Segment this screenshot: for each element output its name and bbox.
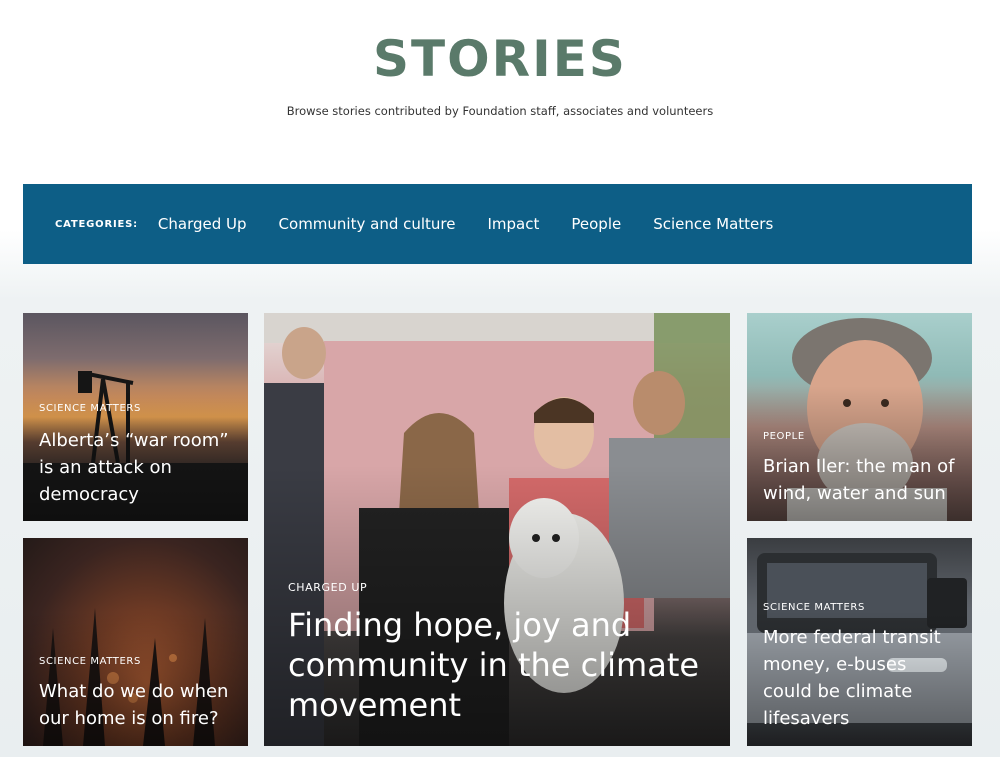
card-title: More federal transit money, e-buses coul… [763, 627, 941, 729]
page-title: STORIES [373, 30, 627, 88]
card-title: What do we do when our home is on fire? [39, 681, 229, 729]
story-card-home-on-fire[interactable]: SCIENCE MATTERS What do we do when our h… [23, 538, 248, 746]
category-community-and-culture[interactable]: Community and culture [279, 215, 456, 233]
card-title: Alberta’s “war room” is an attack on dem… [39, 430, 229, 505]
card-category: SCIENCE MATTERS [39, 403, 141, 414]
page-subtitle: Browse stories contributed by Foundation… [286, 104, 714, 118]
card-category: SCIENCE MATTERS [763, 602, 865, 613]
category-bar: CATEGORIES: Charged Up Community and cul… [23, 184, 972, 264]
story-card-brian-iler[interactable]: PEOPLE Brian Iler: the man of wind, wate… [747, 313, 972, 521]
card-category: SCIENCE MATTERS [39, 656, 141, 667]
card-title: Brian Iler: the man of wind, water and s… [763, 456, 955, 504]
card-category: CHARGED UP [288, 581, 368, 594]
category-charged-up[interactable]: Charged Up [158, 215, 247, 233]
story-card-transit-money[interactable]: SCIENCE MATTERS More federal transit mon… [747, 538, 972, 746]
category-science-matters[interactable]: Science Matters [653, 215, 773, 233]
story-card-war-room[interactable]: SCIENCE MATTERS Alberta’s “war room” is … [23, 313, 248, 521]
categories-label: CATEGORIES: [55, 218, 138, 230]
card-title: Finding hope, joy and community in the c… [288, 606, 700, 724]
category-people[interactable]: People [571, 215, 621, 233]
category-impact[interactable]: Impact [488, 215, 540, 233]
page-header: STORIES Browse stories contributed by Fo… [0, 0, 1000, 180]
card-category: PEOPLE [763, 431, 805, 442]
story-card-finding-hope[interactable]: CHARGED UP Finding hope, joy and communi… [264, 313, 730, 746]
